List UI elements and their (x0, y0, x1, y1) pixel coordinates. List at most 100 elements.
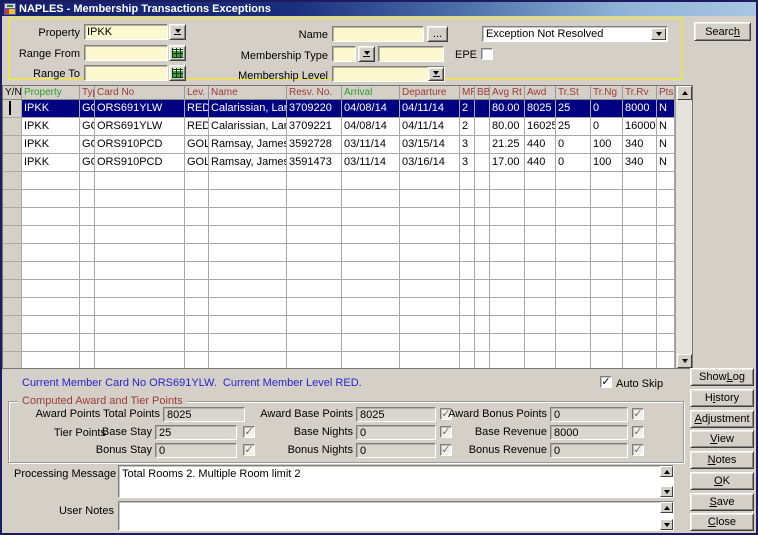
grid-cell[interactable] (22, 172, 80, 190)
grid-cell[interactable] (185, 316, 209, 334)
grid-cell[interactable] (22, 298, 80, 316)
grid-cell[interactable] (209, 208, 287, 226)
range-from-input[interactable] (84, 45, 168, 61)
grid-cell[interactable] (623, 190, 657, 208)
grid-cell[interactable]: N (657, 136, 675, 154)
name-ellipsis-button[interactable]: ... (427, 26, 448, 42)
row-selector-cell[interactable] (3, 352, 22, 369)
grid-cell[interactable] (657, 352, 675, 369)
user-notes-scroll-up-button[interactable] (660, 502, 673, 513)
user-notes-scroll-down-button[interactable] (660, 519, 673, 530)
grid-cell[interactable] (591, 172, 623, 190)
combo-arrow-icon[interactable] (651, 28, 666, 40)
grid-cell[interactable]: 25 (556, 118, 591, 136)
grid-cell[interactable]: 03/11/14 (342, 136, 400, 154)
grid-cell[interactable] (400, 244, 460, 262)
grid-cell[interactable]: GC (80, 136, 95, 154)
scroll-down-button[interactable] (677, 354, 692, 368)
grid-cell[interactable] (591, 190, 623, 208)
grid-cell[interactable] (80, 316, 95, 334)
table-row[interactable]: IPKKGCORS691YLWREDCalarissian, Lando3709… (3, 118, 692, 136)
grid-cell[interactable] (95, 334, 185, 352)
grid-cell[interactable] (400, 172, 460, 190)
grid-cell[interactable] (22, 316, 80, 334)
notes-button[interactable]: Notes (690, 451, 754, 469)
grid-cell[interactable]: 100 (591, 154, 623, 172)
grid-cell[interactable] (185, 226, 209, 244)
table-row[interactable] (3, 352, 692, 369)
grid-cell[interactable]: ORS691YLW (95, 100, 185, 118)
grid-cell[interactable] (185, 298, 209, 316)
membership-type-input[interactable] (378, 46, 444, 62)
grid-cell[interactable] (185, 280, 209, 298)
grid-cell[interactable]: 3709221 (287, 118, 342, 136)
grid-cell[interactable] (342, 280, 400, 298)
ok-button[interactable]: OK (690, 472, 754, 490)
grid-cell[interactable]: 04/11/14 (400, 118, 460, 136)
grid-cell[interactable] (525, 172, 556, 190)
grid-cell[interactable]: 16025 (525, 118, 556, 136)
grid-cell[interactable] (591, 316, 623, 334)
grid-cell[interactable] (556, 334, 591, 352)
grid-cell[interactable] (657, 298, 675, 316)
grid-cell[interactable]: 04/11/14 (400, 100, 460, 118)
grid-cell[interactable]: ORS691YLW (95, 118, 185, 136)
grid-cell[interactable] (475, 100, 490, 118)
grid-cell[interactable]: 21.25 (490, 136, 525, 154)
grid-cell[interactable] (525, 190, 556, 208)
grid-cell[interactable] (623, 316, 657, 334)
grid-cell[interactable] (80, 226, 95, 244)
grid-cell[interactable] (400, 334, 460, 352)
grid-cell[interactable] (657, 280, 675, 298)
grid-cell[interactable] (490, 208, 525, 226)
grid-cell[interactable] (95, 316, 185, 334)
grid-cell[interactable] (623, 226, 657, 244)
grid-cell[interactable] (490, 316, 525, 334)
grid-cell[interactable]: GOLD (185, 136, 209, 154)
grid-cell[interactable] (22, 208, 80, 226)
grid-cell[interactable] (400, 280, 460, 298)
grid-cell[interactable]: GC (80, 118, 95, 136)
grid-cell[interactable]: 8000 (623, 100, 657, 118)
view-button[interactable]: View (690, 430, 754, 448)
grid-cell[interactable] (525, 352, 556, 369)
row-selector-cell[interactable] (3, 154, 22, 172)
row-selector-cell[interactable] (3, 208, 22, 226)
grid-cell[interactable] (400, 262, 460, 280)
grid-cell[interactable]: Ramsay, James (209, 136, 287, 154)
grid-cell[interactable] (657, 316, 675, 334)
grid-cell[interactable] (400, 352, 460, 369)
grid-cell[interactable] (591, 352, 623, 369)
grid-cell[interactable] (185, 334, 209, 352)
grid-cell[interactable] (400, 226, 460, 244)
grid-cell[interactable] (95, 208, 185, 226)
processing-message-scroll-up-button[interactable] (660, 466, 673, 477)
grid-cell[interactable] (623, 298, 657, 316)
grid-cell[interactable]: ORS910PCD (95, 136, 185, 154)
grid-cell[interactable] (475, 298, 490, 316)
grid-cell[interactable] (287, 208, 342, 226)
grid-cell[interactable] (95, 172, 185, 190)
grid-cell[interactable] (475, 352, 490, 369)
grid-cell[interactable] (22, 280, 80, 298)
grid-cell[interactable] (475, 136, 490, 154)
row-selector-cell[interactable] (3, 244, 22, 262)
grid-cell[interactable] (95, 190, 185, 208)
grid-cell[interactable] (556, 280, 591, 298)
row-selector-cell[interactable] (3, 298, 22, 316)
membership-level-lov-button[interactable] (428, 67, 444, 81)
grid-cell[interactable] (185, 172, 209, 190)
grid-cell[interactable]: 17.00 (490, 154, 525, 172)
grid-cell[interactable] (525, 244, 556, 262)
grid-cell[interactable]: Ramsay, James (209, 154, 287, 172)
grid-cell[interactable] (80, 334, 95, 352)
grid-cell[interactable]: 100 (591, 136, 623, 154)
grid-cell[interactable] (556, 352, 591, 369)
name-input[interactable] (332, 26, 424, 42)
grid-cell[interactable] (556, 208, 591, 226)
grid-cell[interactable] (490, 334, 525, 352)
grid-cell[interactable] (623, 280, 657, 298)
title-bar[interactable]: NAPLES - Membership Transactions Excepti… (2, 2, 756, 16)
grid-cell[interactable] (475, 334, 490, 352)
grid-cell[interactable] (556, 226, 591, 244)
